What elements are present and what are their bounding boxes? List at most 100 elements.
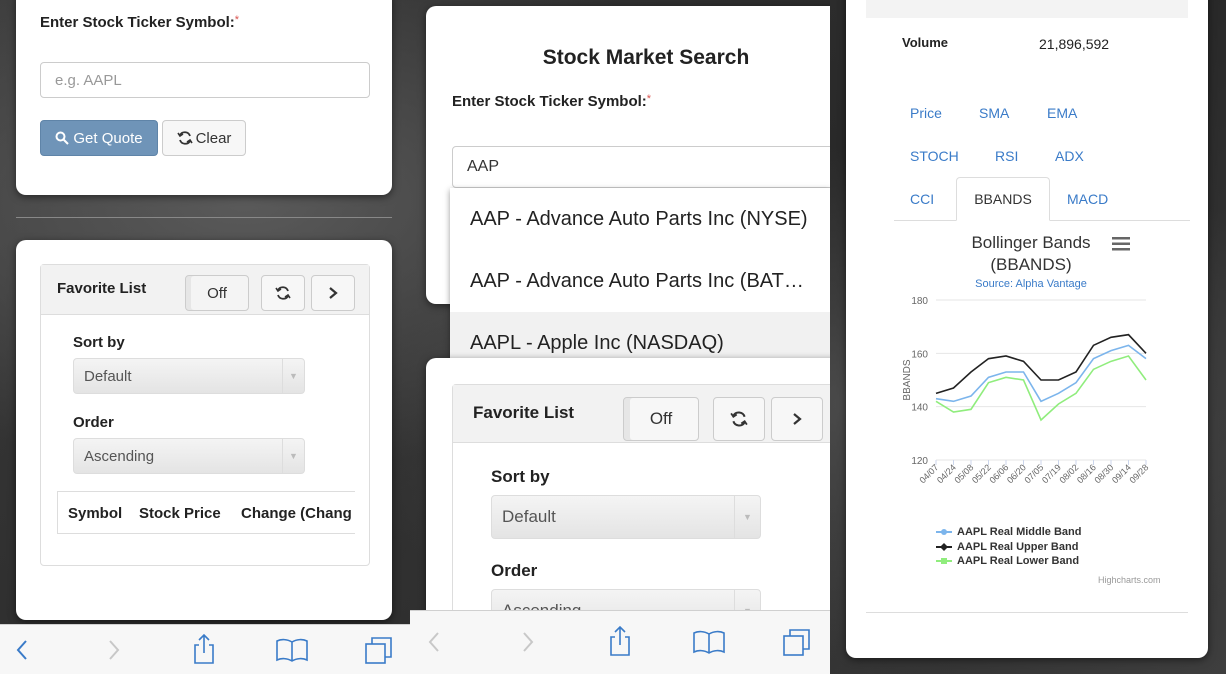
divider [16, 217, 392, 218]
refresh-icon [730, 411, 748, 427]
order-label: Order [73, 414, 114, 431]
get-quote-label: Get Quote [73, 129, 143, 147]
ticker-input[interactable]: e.g. AAPL [40, 62, 370, 98]
clear-label: Clear [195, 129, 232, 147]
series-line-1 [935, 333, 1147, 395]
refresh-button[interactable] [713, 397, 765, 441]
toggle-label: Off [649, 409, 673, 428]
autocomplete-dropdown: AAP - Advance Auto Parts Inc (NYSE) AAP … [450, 188, 830, 374]
next-button[interactable] [771, 397, 823, 441]
favorites-card: Favorite List Off Sort by Default ▼ Orde… [16, 240, 392, 620]
toggle-label: Off [207, 284, 227, 302]
forward-icon[interactable] [520, 629, 536, 655]
ticker-input[interactable]: AAP [452, 146, 830, 188]
refresh-button[interactable] [261, 275, 305, 311]
sort-by-value: Default [502, 507, 556, 526]
y-tick-label: 120 [911, 456, 928, 467]
x-tick-label: 05/22 [970, 462, 993, 485]
screen-indicator-chart: Volume 21,896,592 Price SMA EMA STOCH RS… [830, 0, 1226, 674]
tabs-icon[interactable] [364, 635, 394, 665]
next-button[interactable] [311, 275, 355, 311]
sort-by-label: Sort by [73, 334, 125, 351]
chart-subtitle: Source: Alpha Vantage [975, 278, 1087, 290]
legend-item-middle[interactable]: AAPL Real Middle Band [936, 526, 1081, 538]
autorefresh-toggle[interactable]: Off [623, 397, 699, 441]
favorite-list-title: Favorite List [57, 280, 147, 297]
card-bottom-border [866, 612, 1188, 613]
favorite-list-header: Favorite List Off [41, 265, 369, 315]
series-line-2 [935, 355, 1147, 422]
x-tick-label: 09/14 [1110, 462, 1133, 485]
y-axis-label: BBANDS [902, 359, 913, 400]
sort-by-select[interactable]: Default ▼ [491, 495, 761, 539]
tab-macd[interactable]: MACD [1067, 191, 1108, 207]
tab-adx[interactable]: ADX [1055, 148, 1084, 164]
autorefresh-toggle[interactable]: Off [185, 275, 249, 311]
order-select[interactable]: Ascending ▼ [73, 438, 305, 474]
legend-label-lower: AAPL Real Lower Band [957, 555, 1080, 567]
x-tick-label: 07/05 [1022, 462, 1045, 485]
x-tick-label: 09/28 [1127, 462, 1150, 485]
order-label: Order [491, 561, 538, 580]
legend-label-upper: AAPL Real Upper Band [957, 541, 1079, 553]
caret-down-icon: ▼ [734, 496, 760, 538]
x-tick-label: 05/08 [952, 462, 975, 485]
tab-price[interactable]: Price [910, 105, 942, 121]
tabs-icon[interactable] [782, 627, 812, 657]
tab-stoch[interactable]: STOCH [910, 148, 959, 164]
chart-menu-icon[interactable] [1112, 236, 1132, 252]
favorite-list-panel: Favorite List Off Sort by Default ▼ Orde… [40, 264, 370, 566]
search-card: Enter Stock Ticker Symbol:* e.g. AAPL Ge… [16, 0, 392, 195]
volume-value: 21,896,592 [1039, 36, 1110, 52]
order-value: Ascending [84, 447, 155, 465]
share-icon[interactable] [608, 625, 632, 657]
y-tick-label: 180 [911, 296, 928, 307]
y-tick-label: 140 [911, 403, 928, 414]
suggestion-item[interactable]: AAP - Advance Auto Parts Inc (BAT… [450, 250, 830, 312]
x-tick-label: 04/24 [935, 462, 958, 485]
x-tick-label: 08/02 [1057, 462, 1080, 485]
x-tick-label: 06/20 [1005, 462, 1028, 485]
suggestion-item[interactable]: AAP - Advance Auto Parts Inc (NYSE) [450, 188, 830, 250]
required-mark: * [234, 14, 240, 26]
browser-toolbar [410, 610, 830, 674]
bookmarks-icon[interactable] [275, 637, 309, 663]
required-mark: * [646, 93, 652, 105]
x-tick-label: 07/19 [1040, 462, 1063, 485]
stock-detail-card: Volume 21,896,592 Price SMA EMA STOCH RS… [846, 0, 1208, 658]
caret-down-icon: ▼ [282, 439, 304, 473]
tab-bbands[interactable]: BBANDS [956, 177, 1050, 221]
chart-credit[interactable]: Highcharts.com [1098, 575, 1161, 585]
chevron-right-icon [793, 413, 802, 425]
favorite-list-title: Favorite List [473, 403, 575, 422]
forward-icon[interactable] [106, 637, 122, 663]
sort-by-label: Sort by [491, 467, 550, 486]
x-tick-label: 06/06 [987, 462, 1010, 485]
screen-search-form: Enter Stock Ticker Symbol:* e.g. AAPL Ge… [0, 0, 410, 674]
ticker-label: Enter Stock Ticker Symbol: [452, 93, 647, 110]
share-icon[interactable] [192, 633, 216, 665]
screen-autocomplete: Stock Market Search Enter Stock Ticker S… [410, 0, 830, 674]
table-header-change: Change (Chang [241, 505, 352, 522]
search-icon [55, 131, 70, 145]
legend-label-middle: AAPL Real Middle Band [957, 526, 1082, 538]
legend-item-lower[interactable]: AAPL Real Lower Band [936, 555, 1079, 567]
back-icon[interactable] [426, 629, 442, 655]
legend-item-upper[interactable]: AAPL Real Upper Band [936, 541, 1078, 553]
get-quote-button[interactable]: Get Quote [40, 120, 158, 156]
back-icon[interactable] [14, 637, 30, 663]
chart-title-line2: (BBANDS) [990, 255, 1072, 274]
legend-marker-middle [936, 529, 952, 535]
chevron-right-icon [329, 287, 338, 299]
tab-ema[interactable]: EMA [1047, 105, 1077, 121]
x-tick-label: 08/16 [1075, 462, 1098, 485]
bookmarks-icon[interactable] [692, 629, 726, 655]
tab-rsi[interactable]: RSI [995, 148, 1018, 164]
sort-by-select[interactable]: Default ▼ [73, 358, 305, 394]
tab-cci[interactable]: CCI [910, 191, 934, 207]
tab-sma[interactable]: SMA [979, 105, 1009, 121]
clear-button[interactable]: Clear [162, 120, 246, 156]
refresh-icon [176, 131, 193, 145]
refresh-icon [275, 286, 291, 300]
sort-by-value: Default [84, 367, 132, 385]
